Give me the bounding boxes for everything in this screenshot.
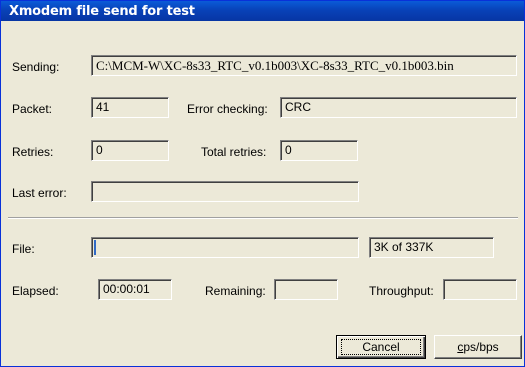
file-progress-bar [91,237,359,258]
retries-label: Retries: [12,145,54,159]
section-separator [8,217,518,219]
file-progress-fill [94,240,97,255]
cps-bps-button[interactable]: cps/bps [434,335,522,359]
elapsed-field: 00:00:01 [98,279,172,300]
remaining-field [274,279,338,300]
xmodem-dialog: Xmodem file send for test Sending: C:\MC… [0,0,525,367]
last-error-field [91,181,359,202]
window-title: Xmodem file send for test [9,4,195,19]
packet-label: Packet: [12,102,53,116]
sending-label: Sending: [12,60,60,74]
title-bar[interactable]: Xmodem file send for test [1,1,524,21]
elapsed-label: Elapsed: [12,284,59,298]
cps-bps-button-label: cps/bps [457,340,498,354]
throughput-label: Throughput: [369,284,434,298]
error-checking-field: CRC [280,97,517,118]
throughput-field [443,279,517,300]
cancel-button[interactable]: Cancel [336,335,426,359]
file-label: File: [12,242,35,256]
packet-field: 41 [91,97,169,118]
cps-bps-label-rest: ps/bps [463,339,499,354]
cancel-button-label: Cancel [362,339,400,354]
retries-field: 0 [91,140,169,161]
total-retries-label: Total retries: [201,145,267,159]
last-error-label: Last error: [12,186,67,200]
file-status-field: 3K of 337K [369,237,494,258]
sending-field: C:\MCM-W\XC-8s33_RTC_v0.1b003\XC-8s33_RT… [91,55,517,76]
remaining-label: Remaining: [205,284,266,298]
total-retries-field: 0 [280,140,358,161]
error-checking-label: Error checking: [187,102,268,116]
